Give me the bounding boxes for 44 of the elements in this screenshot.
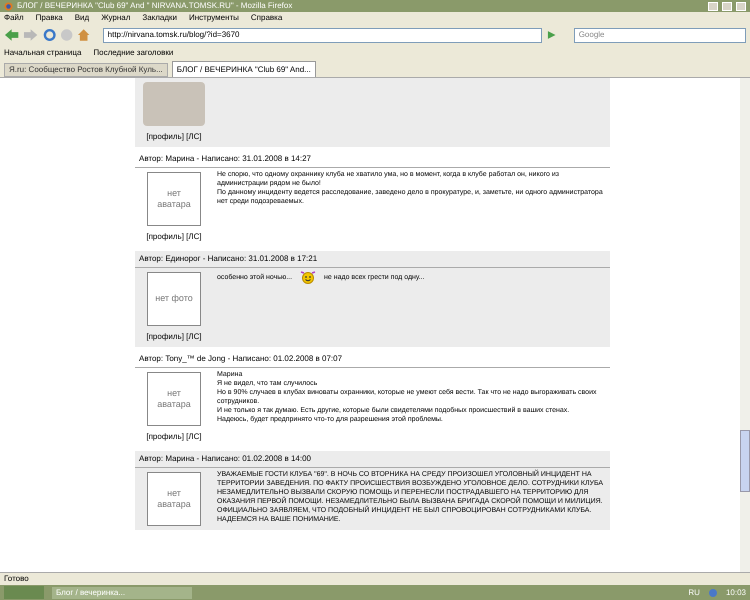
maximize-button[interactable]: [722, 2, 732, 10]
start-button[interactable]: [4, 586, 44, 599]
back-icon[interactable]: [4, 28, 20, 42]
network-icon[interactable]: [708, 588, 718, 598]
menu-item[interactable]: Вид: [74, 12, 90, 24]
profile-links[interactable]: [профиль] [ЛС]: [146, 331, 202, 343]
post-header: Автор: Марина - Написано: 31.01.2008 в 14:27: [135, 151, 610, 168]
forward-icon[interactable]: [23, 28, 39, 42]
post-header: Автор: Единорог - Написано: 31.01.2008 в 17:21: [135, 251, 610, 268]
window-title: БЛОГ / ВЕЧЕРИНКА "Club 69" And " NIRVANA.TOMSK.RU" - Mozilla Firefox: [17, 0, 292, 12]
home-icon[interactable]: [77, 28, 91, 42]
minimize-button[interactable]: [708, 2, 718, 10]
menu-item[interactable]: Журнал: [101, 12, 130, 24]
search-field[interactable]: Google: [574, 28, 746, 42]
language-indicator: RU: [688, 586, 700, 598]
smiley-icon: [300, 270, 316, 284]
post-header: Автор: Марина - Написано: 01.02.2008 в 14:00: [135, 451, 610, 468]
menu-item[interactable]: Инструменты: [189, 12, 239, 24]
no-avatar-text: нет аватара: [156, 388, 192, 410]
profile-links[interactable]: [профиль] [ЛС]: [146, 431, 202, 443]
close-button[interactable]: [736, 2, 746, 10]
menu-item[interactable]: Файл: [4, 12, 24, 24]
go-icon[interactable]: [546, 29, 558, 41]
bookmark-link[interactable]: Последние заголовки: [93, 47, 174, 59]
profile-links[interactable]: [профиль] [ЛС]: [146, 231, 202, 243]
clock: 10:03: [726, 586, 746, 598]
address-field[interactable]: http://nirvana.tomsk.ru/blog/?id=3670: [102, 28, 542, 42]
browser-tab[interactable]: БЛОГ / ВЕЧЕРИНКА "Club 69" And...: [172, 61, 316, 77]
scrollbar[interactable]: [740, 78, 750, 572]
photo-placeholder: [143, 82, 205, 126]
no-avatar-text: нет аватара: [156, 488, 192, 510]
menu-item[interactable]: Правка: [36, 12, 63, 24]
browser-tab[interactable]: Я.ru: Сообщество Ростов Клубной Куль...: [4, 63, 168, 77]
browser-icon: [4, 2, 13, 10]
no-avatar-text: нет аватара: [156, 188, 192, 210]
menu-item[interactable]: Закладки: [142, 12, 178, 24]
menu-item[interactable]: Справка: [250, 12, 282, 24]
bookmark-link[interactable]: Начальная страница: [4, 47, 82, 59]
profile-links[interactable]: [профиль] [ЛС]: [146, 131, 202, 143]
post-header: Автор: Tony_™ de Jong - Написано: 01.02.2008 в 07:07: [135, 351, 610, 368]
no-avatar-text: нет фото: [155, 293, 193, 305]
scrollbar-thumb[interactable]: [740, 430, 750, 492]
status-text: Готово: [4, 573, 29, 585]
reload-icon[interactable]: [42, 28, 56, 42]
